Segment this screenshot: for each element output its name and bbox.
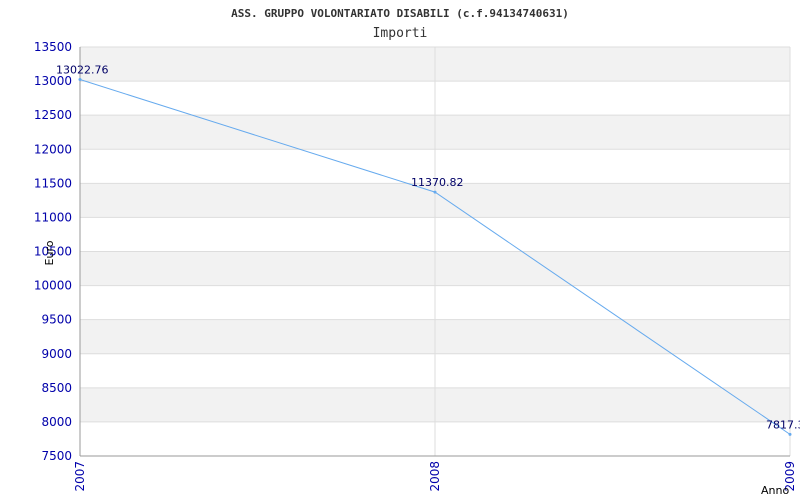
data-point [788,432,792,436]
y-tick-label: 12500 [34,108,72,122]
x-tick-label: 2008 [428,461,442,492]
chart-subtitle: Importi [373,26,428,41]
data-point [433,190,437,194]
y-tick-label: 12000 [34,142,72,156]
y-tick-label: 9000 [41,347,72,361]
y-tick-label: 11500 [34,176,72,190]
y-tick-label: 8500 [41,381,72,395]
line-chart: 7500800085009000950010000105001100011500… [34,7,800,497]
y-tick-label: 7500 [41,449,72,463]
data-point [78,78,82,82]
y-tick-label: 11000 [34,210,72,224]
x-tick-label: 2007 [73,461,87,492]
chart-title: ASS. GRUPPO VOLONTARIATO DISABILI (c.f.9… [231,7,569,20]
x-tick-labels: 2007 2008 2009 [73,461,797,492]
y-tick-label: 10000 [34,279,72,293]
data-label: 7817.3 [766,418,800,431]
y-axis-title: Euro [43,240,56,265]
data-label: 13022.76 [56,64,109,77]
data-label: 11370.82 [411,176,464,189]
x-axis-title: Anno [761,484,789,497]
y-tick-label: 13500 [34,40,72,54]
y-tick-label: 9500 [41,313,72,327]
y-tick-label: 8000 [41,415,72,429]
